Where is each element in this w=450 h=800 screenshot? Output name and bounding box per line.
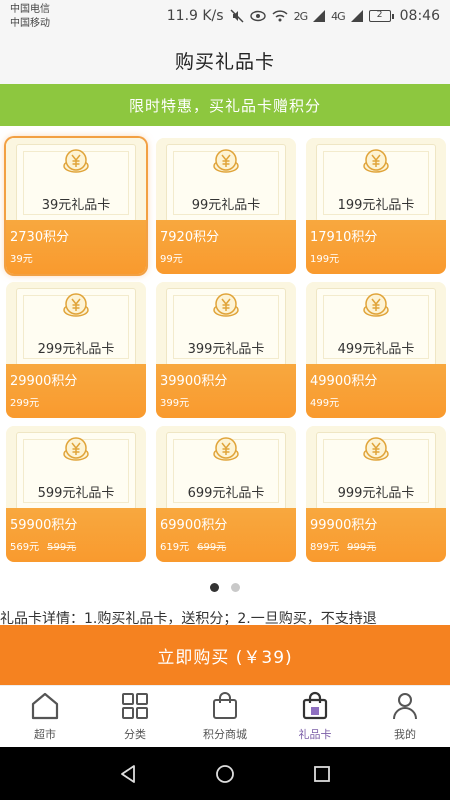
card-original-price: 599元 — [47, 542, 77, 553]
nav-label: 超市 — [34, 728, 56, 741]
card-name: 299元礼品卡 — [37, 342, 115, 357]
page-title: 购买礼品卡 — [174, 50, 275, 73]
mute-icon — [230, 9, 244, 23]
gift-card-399[interactable]: 399元礼品卡 39900积分 399元 — [156, 282, 296, 418]
signal-bars-icon — [350, 10, 363, 22]
gift-bag-icon — [302, 691, 328, 720]
card-points: 17910积分 — [310, 230, 378, 245]
grid-icon — [122, 693, 148, 719]
recents-square-icon[interactable] — [311, 763, 333, 785]
home-circle-icon[interactable] — [214, 763, 236, 785]
gift-card-699[interactable]: 699元礼品卡 69900积分 619元 699元 — [156, 426, 296, 562]
nav-item-gift-card[interactable]: 礼品卡 — [270, 686, 360, 748]
nav-label: 礼品卡 — [298, 728, 332, 741]
card-price: 299元 — [10, 398, 40, 409]
carrier-2: 中国移动 — [10, 18, 50, 29]
page-indicator — [0, 583, 450, 592]
title-bar: 购买礼品卡 — [0, 36, 450, 84]
card-name: 99元礼品卡 — [191, 198, 261, 213]
coin-yen-icon — [63, 437, 89, 461]
back-triangle-icon[interactable] — [117, 763, 139, 785]
wifi-icon — [272, 10, 288, 22]
card-price: 499元 — [310, 398, 340, 409]
nav-item-mine[interactable]: 我的 — [360, 686, 450, 748]
bottom-nav: 超市 分类 积分商城 礼品卡 我的 — [0, 685, 450, 747]
card-original-price: 999元 — [347, 542, 377, 553]
nav-label: 分类 — [124, 728, 146, 741]
gift-card-999[interactable]: 999元礼品卡 99900积分 899元 999元 — [306, 426, 446, 562]
promo-banner: 限时特惠，买礼品卡赠积分 — [0, 84, 450, 126]
eye-icon — [249, 10, 266, 22]
coin-yen-icon — [363, 293, 389, 317]
page-dot-1[interactable] — [210, 583, 219, 592]
card-price: 199元 — [310, 254, 340, 265]
gift-card-39[interactable]: 39元礼品卡 2730积分 39元 — [6, 138, 146, 274]
card-name: 599元礼品卡 — [37, 486, 115, 501]
promo-text: 限时特惠，买礼品卡赠积分 — [128, 96, 321, 115]
nav-item-category[interactable]: 分类 — [90, 686, 180, 748]
coin-yen-icon — [363, 149, 389, 173]
signal-4g: 4G — [331, 9, 345, 23]
coin-yen-icon — [63, 149, 89, 173]
card-points: 49900积分 — [310, 374, 378, 389]
nav-label: 积分商城 — [203, 728, 247, 741]
carrier-info: 中国电信 中国移动 — [10, 3, 50, 31]
battery-icon: 2 — [368, 10, 394, 22]
coin-yen-icon — [363, 437, 389, 461]
card-points: 39900积分 — [160, 374, 228, 389]
gift-card-99[interactable]: 99元礼品卡 7920积分 99元 — [156, 138, 296, 274]
card-price: 399元 — [160, 398, 190, 409]
card-points: 69900积分 — [160, 518, 228, 533]
buy-now-button[interactable]: 立即购买 (￥39) — [0, 625, 450, 685]
card-name: 39元礼品卡 — [41, 198, 111, 213]
card-name: 499元礼品卡 — [337, 342, 415, 357]
card-points: 99900积分 — [310, 518, 378, 533]
carrier-1: 中国电信 — [10, 4, 50, 15]
page-dot-2[interactable] — [231, 583, 240, 592]
card-name: 999元礼品卡 — [337, 486, 415, 501]
card-name: 699元礼品卡 — [187, 486, 265, 501]
status-icons: 11.9 K/s 2G 4G 2 08:46 — [167, 6, 440, 26]
clock: 08:46 — [399, 8, 440, 24]
system-nav-bar — [0, 747, 450, 800]
signal-2g: 2G — [293, 9, 308, 23]
status-bar: 中国电信 中国移动 11.9 K/s 2G 4G 2 08:46 — [0, 0, 450, 36]
card-price: 39元 — [10, 254, 33, 265]
battery-level: 2 — [368, 10, 391, 22]
gift-card-299[interactable]: 299元礼品卡 29900积分 299元 — [6, 282, 146, 418]
gift-card-199[interactable]: 199元礼品卡 17910积分 199元 — [306, 138, 446, 274]
card-price: 619元 — [160, 542, 190, 553]
card-name: 199元礼品卡 — [337, 198, 415, 213]
gift-card-499[interactable]: 499元礼品卡 49900积分 499元 — [306, 282, 446, 418]
home-icon — [31, 692, 59, 720]
shopping-bag-icon — [213, 692, 237, 719]
coin-yen-icon — [63, 293, 89, 317]
card-points: 29900积分 — [10, 374, 78, 389]
coin-yen-icon — [213, 437, 239, 461]
signal-bars-icon — [313, 10, 326, 22]
card-price: 569元 — [10, 542, 40, 553]
card-price: 899元 — [310, 542, 340, 553]
card-original-price: 699元 — [197, 542, 227, 553]
nav-item-points-mall[interactable]: 积分商城 — [180, 686, 270, 748]
card-points: 59900积分 — [10, 518, 78, 533]
card-name: 399元礼品卡 — [187, 342, 265, 357]
person-icon — [393, 693, 417, 720]
card-points: 2730积分 — [10, 230, 70, 245]
coin-yen-icon — [213, 293, 239, 317]
nav-label: 我的 — [394, 728, 416, 741]
network-speed: 11.9 K/s — [166, 8, 224, 24]
card-points: 7920积分 — [160, 230, 220, 245]
nav-item-supermarket[interactable]: 超市 — [0, 686, 90, 748]
gift-card-599[interactable]: 599元礼品卡 59900积分 569元 599元 — [6, 426, 146, 562]
coin-yen-icon — [213, 149, 239, 173]
card-price: 99元 — [160, 254, 183, 265]
